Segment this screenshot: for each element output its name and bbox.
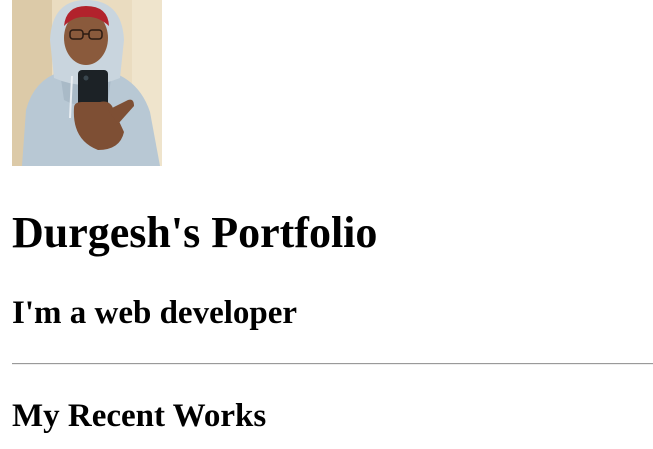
profile-photo xyxy=(12,0,162,166)
profile-photo-image xyxy=(12,0,162,166)
section-divider xyxy=(12,363,653,365)
page-title: Durgesh's Portfolio xyxy=(12,208,378,257)
tagline: I'm a web developer xyxy=(12,295,298,331)
recent-works-heading: My Recent Works xyxy=(12,398,267,434)
